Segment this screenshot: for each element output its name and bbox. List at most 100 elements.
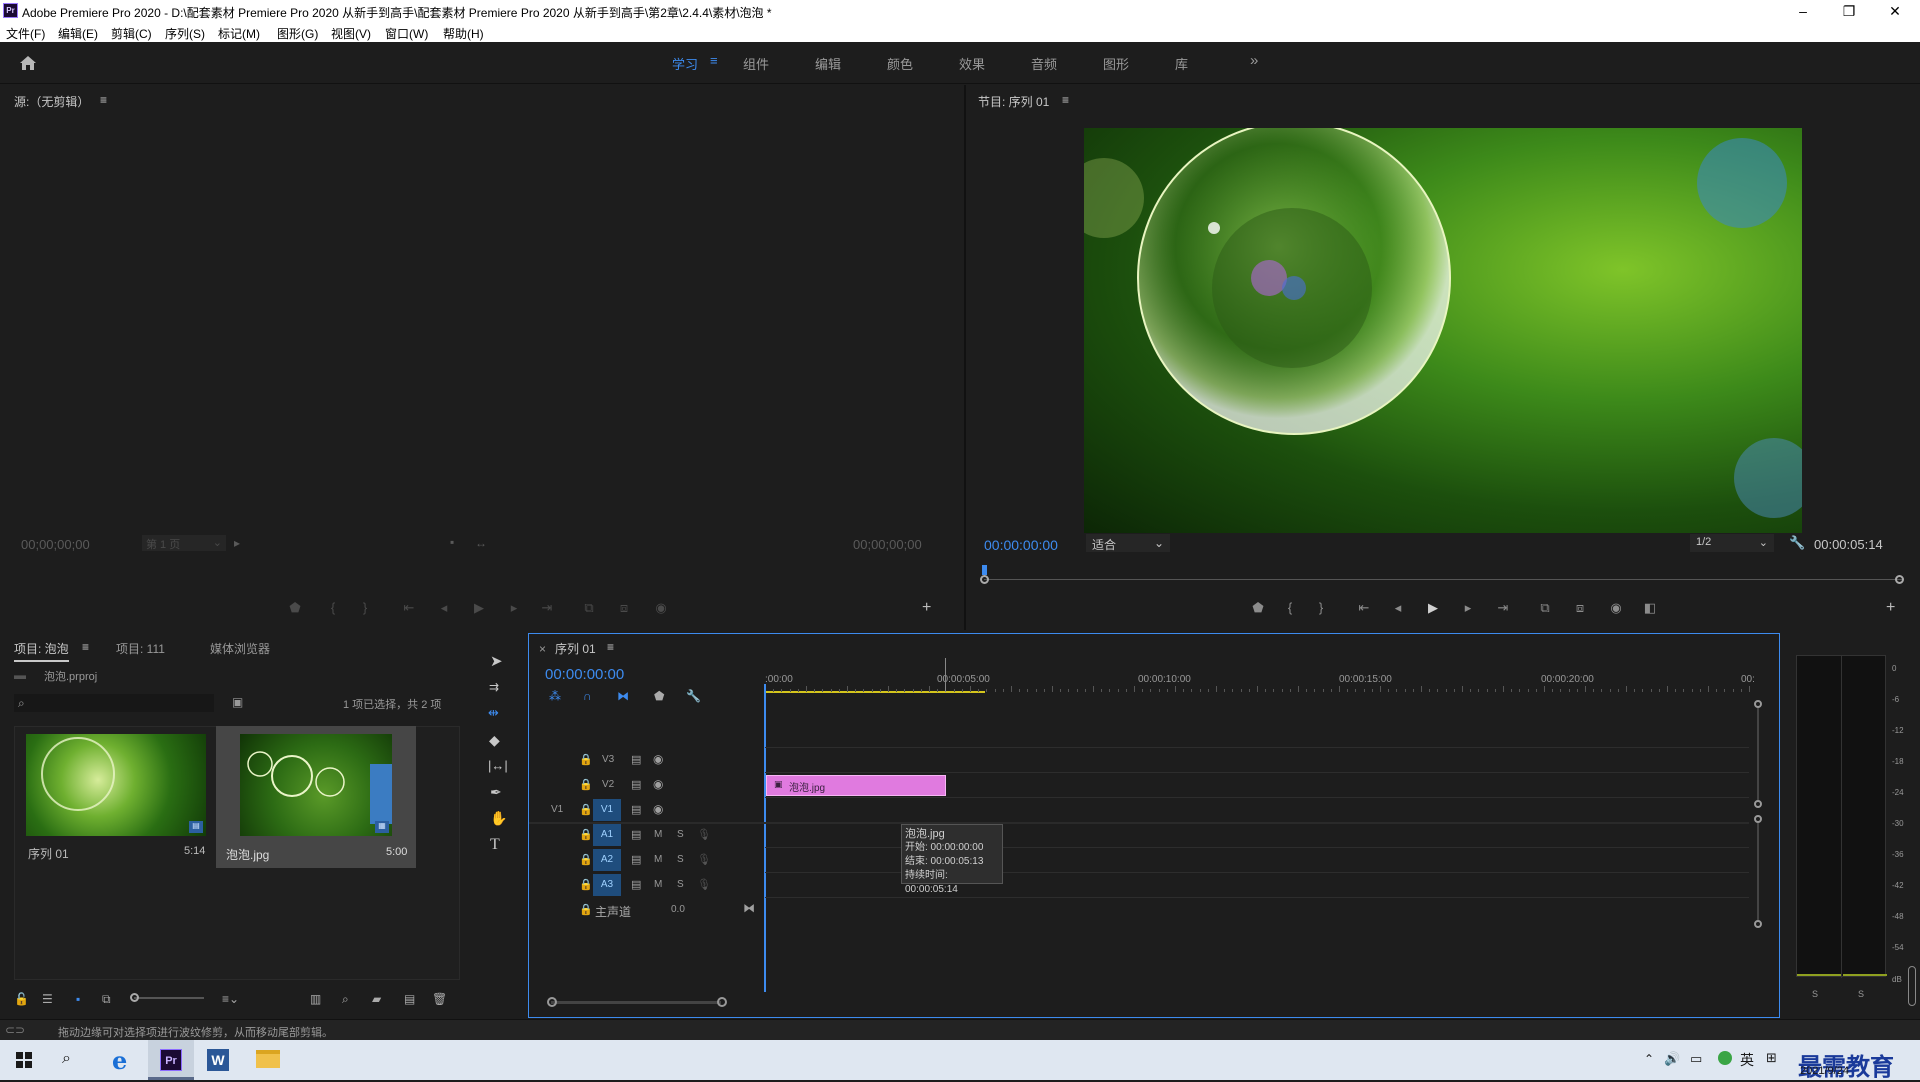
timeline-zoom-scrollbar[interactable]: [547, 996, 1749, 1008]
source-overwrite-icon[interactable]: ⧈: [615, 600, 633, 616]
linked-selection-icon[interactable]: ⧓: [617, 689, 629, 703]
source-panel-menu-icon[interactable]: ≡: [100, 93, 107, 107]
workspace-tab-effects[interactable]: 效果: [959, 54, 985, 73]
track-lock-icon[interactable]: 🔒: [579, 853, 593, 866]
menu-sequence[interactable]: 序列(S): [165, 25, 205, 42]
network-icon[interactable]: ▭: [1690, 1051, 1702, 1067]
ime-mode-icon[interactable]: ⊞: [1766, 1050, 1777, 1066]
menu-clip[interactable]: 剪辑(C): [111, 25, 152, 42]
project-tab-menu-icon[interactable]: ≡: [82, 640, 89, 654]
source-mark-out-icon[interactable]: }: [356, 600, 374, 615]
freeform-view-icon[interactable]: ⧉: [102, 992, 111, 1007]
track-select-tool-icon[interactable]: ⇉: [489, 680, 499, 694]
source-drag-icon[interactable]: ↔: [475, 536, 487, 550]
sync-lock-icon[interactable]: ▤: [631, 778, 641, 791]
close-button[interactable]: ✕: [1872, 0, 1918, 22]
menu-graphics[interactable]: 图形(G): [277, 25, 318, 42]
track-target-a1[interactable]: A1: [593, 824, 621, 846]
sync-lock-icon[interactable]: ▤: [631, 828, 641, 841]
program-mark-in-icon[interactable]: {: [1281, 600, 1299, 615]
find-icon[interactable]: ⌕: [342, 992, 349, 1007]
source-goto-out-icon[interactable]: ⇥: [538, 600, 556, 616]
minimize-button[interactable]: –: [1780, 0, 1826, 22]
track-target-a2[interactable]: A2: [593, 849, 621, 871]
workspace-tab-editing[interactable]: 编辑: [815, 54, 841, 73]
slip-tool-icon[interactable]: |↔|: [488, 758, 508, 773]
program-mark-out-icon[interactable]: }: [1312, 600, 1330, 615]
meter-solo-right[interactable]: S: [1858, 989, 1864, 999]
pen-tool-icon[interactable]: ✒: [490, 784, 502, 801]
solo-button[interactable]: S: [677, 829, 684, 840]
track-lock-icon[interactable]: 🔒: [579, 878, 593, 891]
timeline-playhead[interactable]: [764, 684, 766, 992]
meter-scrollbar[interactable]: [1908, 966, 1916, 1006]
solo-button[interactable]: S: [677, 854, 684, 865]
audio-scroll-handle[interactable]: [1754, 920, 1762, 928]
word-icon[interactable]: W: [207, 1049, 229, 1071]
go-to-end-icon[interactable]: ⧓: [743, 901, 755, 915]
menu-view[interactable]: 视图(V): [331, 25, 371, 42]
program-step-back-icon[interactable]: ◂: [1389, 600, 1407, 616]
timeline-ruler[interactable]: :00:00 00:00:05:00 00:00:10:00 00:00:15:…: [765, 664, 1761, 693]
video-scroll-handle[interactable]: [1754, 700, 1762, 708]
eye-icon[interactable]: ◉: [653, 752, 663, 766]
program-play-icon[interactable]: ▶: [1424, 600, 1442, 616]
sync-lock-icon[interactable]: ▤: [631, 803, 641, 816]
media-browser-tab[interactable]: 媒体浏览器: [210, 640, 270, 657]
workspace-tab-graphics[interactable]: 图形: [1103, 54, 1129, 73]
mute-button[interactable]: M: [654, 879, 662, 890]
ime-indicator[interactable]: 英: [1740, 1050, 1754, 1070]
track-lock-icon[interactable]: 🔒: [579, 803, 593, 816]
type-tool-icon[interactable]: T: [490, 836, 500, 854]
timeline-timecode[interactable]: 00:00:00:00: [545, 666, 624, 683]
windows-start-icon[interactable]: [16, 1052, 32, 1068]
eye-icon[interactable]: ◉: [653, 802, 663, 816]
zoom-scroll-right-handle[interactable]: [717, 997, 727, 1007]
source-goto-in-icon[interactable]: ⇤: [400, 600, 418, 616]
program-export-frame-icon[interactable]: ◉: [1607, 600, 1625, 616]
program-goto-in-icon[interactable]: ⇤: [1355, 600, 1373, 616]
workspace-menu-icon[interactable]: ≡: [710, 53, 718, 68]
source-page-select[interactable]: 第 1 页 ⌄: [142, 535, 226, 551]
video-scrollbar[interactable]: [1757, 708, 1759, 800]
source-insert-icon[interactable]: ▪: [450, 535, 454, 549]
source-export-frame-icon[interactable]: ◉: [652, 600, 670, 616]
lock-icon[interactable]: 🔓: [14, 992, 29, 1006]
ripple-edit-tool-icon[interactable]: ⇹: [488, 705, 499, 721]
meter-solo-left[interactable]: S: [1812, 989, 1818, 999]
sync-lock-icon[interactable]: ▤: [631, 853, 641, 866]
project-item-sequence[interactable]: ▤ 序列 01 5:14: [18, 730, 214, 870]
program-extract-icon[interactable]: ⧈: [1571, 600, 1589, 616]
audio-scrollbar[interactable]: [1757, 823, 1759, 920]
sort-icon[interactable]: ≡⌄: [222, 992, 239, 1006]
source-step-back-icon[interactable]: ◂: [435, 600, 453, 616]
program-scrub-bar[interactable]: [980, 563, 1904, 587]
program-lift-icon[interactable]: ⧉: [1536, 600, 1554, 616]
program-panel-menu-icon[interactable]: ≡: [1062, 93, 1069, 107]
new-item-icon[interactable]: ▤: [404, 992, 415, 1006]
edge-browser-icon[interactable]: e: [112, 1046, 127, 1075]
file-explorer-icon[interactable]: [256, 1050, 280, 1068]
list-view-icon[interactable]: ☰: [42, 992, 53, 1006]
source-page-next-icon[interactable]: ▸: [234, 536, 240, 550]
tray-chevron-icon[interactable]: ⌃: [1644, 1052, 1654, 1066]
trash-icon[interactable]: 🗑: [432, 992, 447, 1006]
project-item-image[interactable]: ▦ 泡泡.jpg 5:00: [216, 726, 416, 868]
menu-edit[interactable]: 编辑(E): [58, 25, 98, 42]
track-lock-icon[interactable]: 🔒: [579, 903, 593, 916]
zoom-slider[interactable]: [130, 993, 204, 1002]
solo-button[interactable]: S: [677, 879, 684, 890]
source-marker-icon[interactable]: ⬟: [286, 600, 304, 616]
sync-lock-icon[interactable]: ▤: [631, 753, 641, 766]
menu-file[interactable]: 文件(F): [6, 25, 45, 42]
source-add-button-icon[interactable]: +: [922, 599, 931, 617]
icon-view-icon[interactable]: ▪: [76, 992, 80, 1006]
workspace-tab-audio[interactable]: 音频: [1031, 54, 1057, 73]
source-insert-button-icon[interactable]: ⧉: [580, 600, 598, 616]
timeline-settings-icon[interactable]: 🔧: [686, 689, 701, 703]
program-compare-icon[interactable]: ◧: [1641, 600, 1659, 616]
timeline-tab[interactable]: 序列 01: [555, 640, 596, 657]
volume-icon[interactable]: 🔊: [1664, 1051, 1680, 1067]
zoom-scroll-left-handle[interactable]: [547, 997, 557, 1007]
master-volume-value[interactable]: 0.0: [671, 904, 685, 915]
